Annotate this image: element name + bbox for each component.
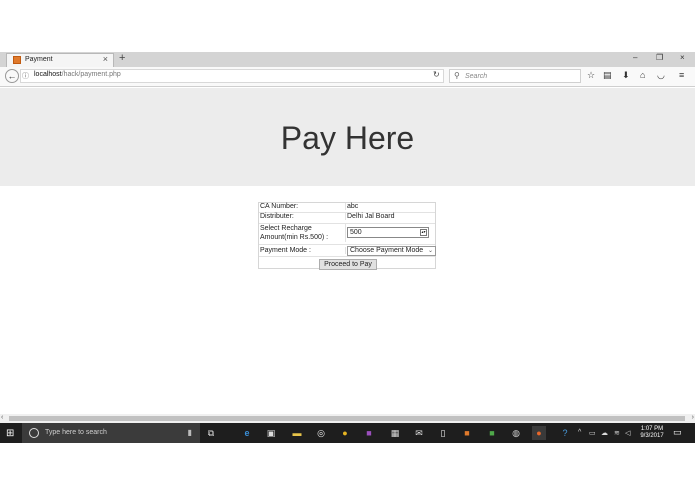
new-tab-button[interactable]: +: [119, 52, 125, 64]
payment-form: CA Number: abc Distributer: Delhi Jal Bo…: [258, 202, 436, 270]
form-row-ca-number: CA Number: abc: [259, 203, 435, 213]
app-icon-2[interactable]: ◍: [509, 426, 523, 440]
pocket-icon[interactable]: ◡: [657, 70, 665, 81]
page-title: Pay Here: [280, 120, 415, 156]
firefox-icon[interactable]: ●: [532, 426, 546, 440]
help-icon[interactable]: ?: [558, 426, 572, 440]
taskbar-search[interactable]: Type here to search ▮: [22, 423, 200, 443]
payment-mode-select[interactable]: Choose Payment Mode ⌄: [347, 246, 436, 256]
search-input[interactable]: ⚲ Search: [449, 69, 581, 83]
search-icon: ⚲: [454, 71, 460, 80]
tab-close-icon[interactable]: ×: [103, 54, 108, 64]
task-view-icon[interactable]: ⧉: [204, 426, 218, 440]
amount-value: 500: [350, 229, 362, 236]
microphone-icon[interactable]: ▮: [188, 428, 192, 437]
onenote-icon[interactable]: ■: [362, 426, 376, 440]
restore-icon[interactable]: ❐: [656, 53, 663, 62]
ca-number-value: abc: [347, 203, 359, 210]
form-row-payment-mode: Payment Mode : Choose Payment Mode ⌄: [259, 245, 436, 257]
url-host: localhost: [34, 71, 62, 78]
horizontal-scrollbar[interactable]: ‹ ›: [0, 414, 695, 423]
distributer-value: Delhi Jal Board: [347, 213, 395, 220]
url-path: /hack/payment.php: [61, 71, 121, 78]
app-icon[interactable]: ◎: [314, 426, 328, 440]
ca-number-label: CA Number:: [260, 203, 346, 210]
reload-icon[interactable]: ↻: [433, 70, 440, 79]
minimize-icon[interactable]: –: [633, 53, 637, 62]
page-header: Pay Here: [0, 88, 695, 186]
notification-icon[interactable]: ▭: [673, 427, 682, 438]
proceed-to-pay-button[interactable]: Proceed to Pay: [319, 259, 377, 270]
distributer-label: Distributer:: [260, 213, 346, 220]
cortana-icon: [29, 428, 39, 438]
home-icon[interactable]: ⌂: [640, 70, 645, 80]
battery-icon[interactable]: ▭: [589, 429, 596, 437]
favicon-icon: [13, 56, 21, 64]
payment-mode-label: Payment Mode :: [260, 247, 346, 254]
tab-strip: Payment × + – ❐ ×: [0, 52, 695, 67]
dreamweaver-icon[interactable]: ■: [485, 426, 499, 440]
back-icon[interactable]: ←: [5, 69, 19, 83]
scrollbar-thumb[interactable]: [9, 416, 685, 421]
url-text[interactable]: localhost/hack/payment.php: [34, 71, 121, 78]
scroll-left-icon[interactable]: ‹: [1, 414, 3, 421]
chrome-icon[interactable]: ●: [338, 426, 352, 440]
spinner-icon[interactable]: ▴▾: [420, 229, 427, 236]
tray-chevron-icon[interactable]: ^: [578, 429, 581, 436]
amount-input[interactable]: 500 ▴▾: [347, 227, 429, 238]
xampp-icon[interactable]: ■: [460, 426, 474, 440]
edge-icon[interactable]: e: [240, 426, 254, 440]
payment-mode-selected: Choose Payment Mode: [350, 247, 424, 254]
amount-label: Select Recharge Amount(min Rs.500) :: [260, 224, 346, 242]
navigation-bar: ← ⓘ localhost/hack/payment.php ↻ ⚲ Searc…: [0, 67, 695, 87]
clock-date: 9/3/2017: [640, 433, 664, 439]
windows-start-icon[interactable]: ⊞: [6, 428, 14, 439]
mail-icon[interactable]: ✉: [412, 426, 426, 440]
info-icon[interactable]: ⓘ: [22, 71, 29, 81]
star-icon[interactable]: ☆: [587, 70, 595, 81]
menu-icon[interactable]: ≡: [679, 70, 684, 80]
document-icon[interactable]: ▯: [436, 426, 450, 440]
close-window-icon[interactable]: ×: [680, 53, 685, 62]
browser-tab[interactable]: Payment ×: [6, 53, 114, 67]
store-icon[interactable]: ▣: [264, 426, 278, 440]
taskbar-search-placeholder: Type here to search: [45, 429, 107, 436]
search-placeholder: Search: [465, 73, 488, 80]
clock-time: 1:07 PM: [640, 426, 664, 432]
wifi-icon[interactable]: ≋: [614, 429, 620, 437]
clipboard-icon[interactable]: ▤: [603, 70, 612, 81]
chevron-down-icon: ⌄: [427, 248, 433, 254]
form-row-amount: Select Recharge Amount(min Rs.500) : 500…: [259, 224, 435, 245]
scroll-right-icon[interactable]: ›: [692, 414, 694, 421]
form-row-submit: Proceed to Pay: [259, 257, 435, 270]
taskbar: ⊞ Type here to search ▮ ⧉ e ▣ ▬ ◎ ● ■ ▦ …: [0, 423, 695, 443]
tab-title: Payment: [25, 56, 53, 63]
onedrive-icon[interactable]: ☁: [601, 429, 608, 437]
download-icon[interactable]: ⬇: [622, 70, 630, 81]
file-explorer-icon[interactable]: ▬: [290, 426, 304, 440]
calculator-icon[interactable]: ▦: [388, 426, 402, 440]
form-row-distributer: Distributer: Delhi Jal Board: [259, 213, 435, 224]
system-clock[interactable]: 1:07 PM 9/3/2017: [636, 426, 668, 440]
volume-icon[interactable]: ◁: [625, 429, 630, 437]
